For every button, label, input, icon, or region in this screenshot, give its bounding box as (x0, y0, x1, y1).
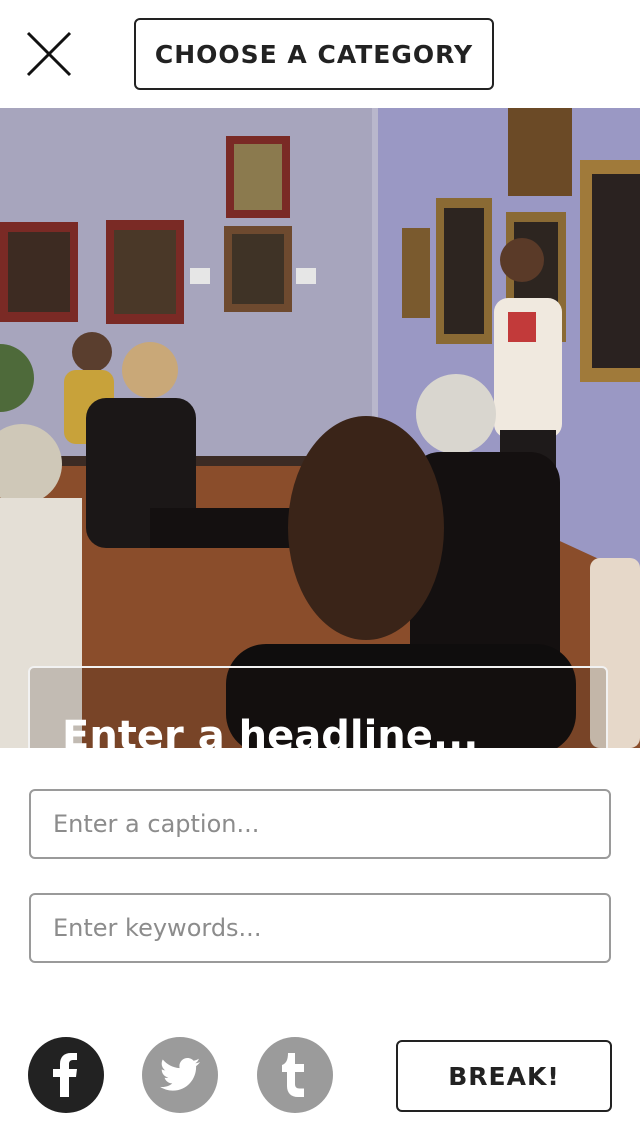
choose-category-button[interactable]: CHOOSE A CATEGORY (134, 18, 494, 90)
keywords-input[interactable]: Enter keywords... (29, 893, 611, 963)
twitter-icon (160, 1058, 200, 1091)
gallery-photo-illustration (0, 108, 640, 748)
facebook-icon (53, 1053, 77, 1097)
headline-input[interactable]: Enter a headline... (28, 666, 608, 748)
tumblr-share-button[interactable] (257, 1037, 333, 1113)
close-icon (26, 31, 72, 77)
tumblr-icon (282, 1053, 304, 1097)
top-bar: CHOOSE A CATEGORY (0, 0, 640, 108)
caption-input[interactable]: Enter a caption... (29, 789, 611, 859)
break-button[interactable]: BREAK! (396, 1040, 612, 1112)
event-photo: Enter a headline... (0, 108, 640, 748)
close-button[interactable] (24, 29, 74, 79)
twitter-share-button[interactable] (142, 1037, 218, 1113)
facebook-share-button[interactable] (28, 1037, 104, 1113)
